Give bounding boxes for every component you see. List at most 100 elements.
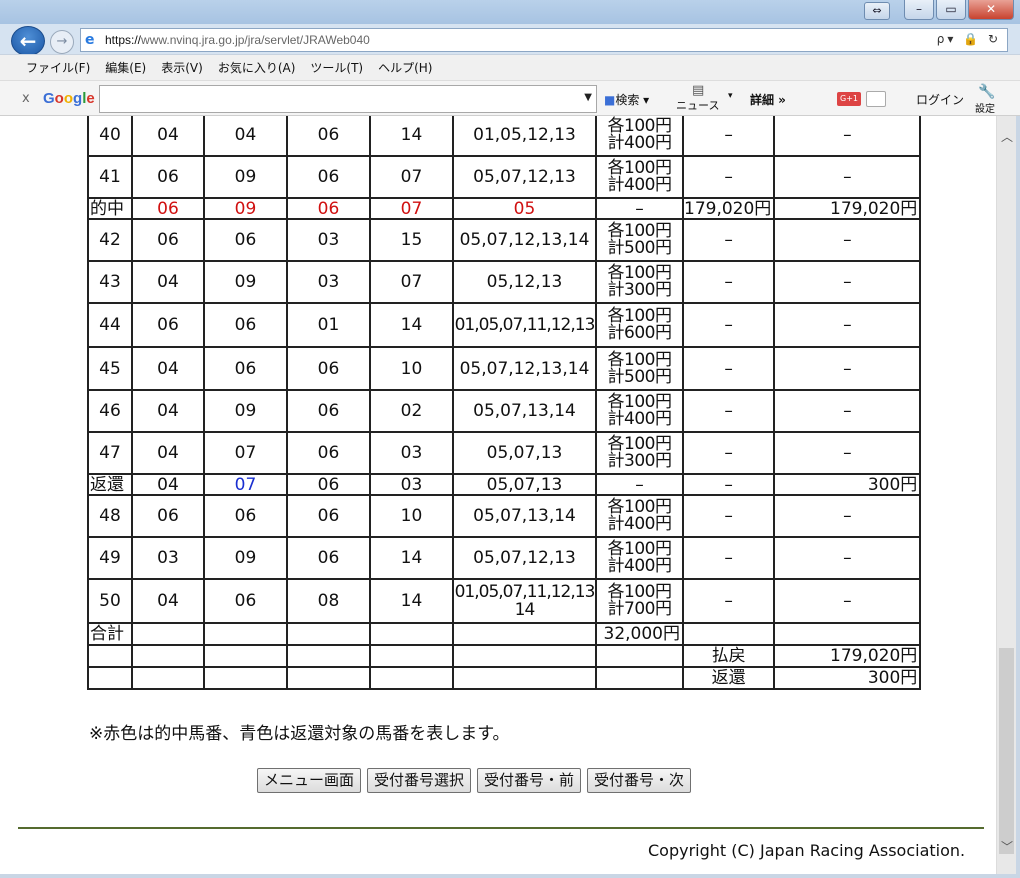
- vertical-scrollbar[interactable]: ︿ ﹀: [996, 116, 1016, 874]
- prev-receipt-button[interactable]: 受付番号・前: [477, 768, 582, 793]
- amount-cell: 各100円 計400円: [595, 494, 684, 538]
- payout-amount: –: [773, 302, 922, 348]
- menu-help[interactable]: ヘルプ(H): [378, 59, 432, 76]
- horse-4: 07: [369, 155, 454, 199]
- menu-edit[interactable]: 編集(E): [105, 59, 146, 76]
- horse-3: 06: [286, 536, 371, 580]
- address-bar[interactable]: e https://www.nvinq.jra.go.jp/jra/servle…: [80, 28, 1008, 52]
- empty-cell: [369, 644, 454, 668]
- payout-amount: –: [773, 494, 922, 538]
- menu-view[interactable]: 表示(V): [161, 59, 203, 76]
- empty-cell: [131, 666, 205, 690]
- select-receipt-button[interactable]: 受付番号選択: [367, 768, 472, 793]
- horse-2: 06: [203, 302, 288, 348]
- window-controls: ⇔ – ▭ ✕: [864, 0, 1014, 20]
- horse-2: 06: [203, 494, 288, 538]
- total-label: 合計: [87, 622, 133, 646]
- google-logo: Google: [43, 90, 95, 107]
- row-id: 46: [87, 389, 133, 433]
- minimize-button[interactable]: –: [904, 0, 934, 20]
- next-receipt-button[interactable]: 受付番号・次: [587, 768, 692, 793]
- scrollbar-thumb[interactable]: [999, 648, 1014, 854]
- horse-2: 09: [203, 389, 288, 433]
- hit-amount: –: [681, 346, 776, 391]
- hit-horse-4: 07: [369, 197, 454, 220]
- horse-4: 02: [369, 389, 454, 433]
- refund-total-row: 返還 300円: [87, 666, 922, 690]
- horse-2: 06: [203, 218, 288, 262]
- row-id: 49: [87, 536, 133, 580]
- horse-2: 06: [203, 578, 288, 624]
- google-search-button[interactable]: ■検索 ▾: [604, 91, 649, 108]
- amount-total: 計400円: [607, 133, 672, 153]
- scroll-up-icon[interactable]: ︿: [997, 128, 1017, 146]
- menu-file[interactable]: ファイル(F): [26, 59, 90, 76]
- payout-total: 179,020円: [773, 644, 922, 668]
- restore-icon[interactable]: ⇔: [864, 2, 890, 20]
- horse-4: 10: [369, 494, 454, 538]
- menu-tools[interactable]: ツール(T): [310, 59, 363, 76]
- address-tools[interactable]: ρ▾ 🔒 ↻: [937, 32, 1001, 46]
- horse-2: 09: [203, 260, 288, 304]
- gplus-button[interactable]: G+1: [837, 92, 861, 106]
- payout-amount: –: [773, 218, 922, 262]
- horse-2: 09: [203, 155, 288, 199]
- hit-amount: –: [681, 431, 776, 475]
- color-legend-note: ※赤色は的中馬番、青色は返還対象の馬番を表します。: [89, 724, 510, 744]
- toolbar-close-icon[interactable]: x: [22, 91, 30, 106]
- wrench-icon[interactable]: 🔧: [978, 84, 995, 100]
- settings-button[interactable]: 設定: [975, 100, 995, 115]
- table-row: 41 06 09 06 07 05,07,12,13 各100円 計400円 – …: [87, 155, 922, 199]
- row-id: 48: [87, 494, 133, 538]
- hit-horse-2: 09: [203, 197, 288, 220]
- horse-3: 06: [286, 431, 371, 475]
- horse-5-line2: 14: [514, 600, 536, 620]
- google-search-input[interactable]: ▼: [99, 85, 597, 113]
- login-button[interactable]: ログイン: [916, 91, 964, 108]
- page-content: 40 04 04 06 14 01,05,12,13 各100円 計400円 – …: [0, 116, 996, 874]
- horse-1: 06: [131, 155, 205, 199]
- payout-amount: –: [773, 116, 922, 157]
- details-button[interactable]: 詳細 »: [750, 91, 786, 108]
- empty-cell: [595, 644, 684, 668]
- news-button[interactable]: ニュース: [676, 97, 719, 113]
- empty-cell: [452, 666, 597, 690]
- horse-3: 06: [286, 389, 371, 433]
- address-url: https://www.nvinq.jra.go.jp/jra/servlet/…: [105, 33, 370, 47]
- table-row: 47 04 07 06 03 05,07,13 各100円 計300円 – –: [87, 431, 922, 475]
- forward-button[interactable]: →: [50, 30, 74, 54]
- empty-cell: [773, 622, 922, 646]
- horse-5: 05,07,12,13,14: [452, 218, 597, 262]
- horse-5: 05,07,12,13: [452, 536, 597, 580]
- empty-cell: [681, 622, 776, 646]
- back-button[interactable]: ←: [11, 26, 45, 56]
- horse-1: 04: [131, 578, 205, 624]
- news-icon: ▤: [692, 83, 705, 98]
- horse-3: 06: [286, 155, 371, 199]
- horse-4: 14: [369, 578, 454, 624]
- horse-1: 06: [131, 218, 205, 262]
- horse-5: 01,05,07,11,12,13: [452, 302, 597, 348]
- amount-cell: 各100円 計700円: [595, 578, 684, 624]
- url-prefix: https://: [105, 33, 142, 47]
- chevron-down-icon[interactable]: ▼: [584, 92, 592, 103]
- horse-5: 05,07,13: [452, 431, 597, 475]
- close-button[interactable]: ✕: [968, 0, 1014, 20]
- amount-cell: 各100円 計400円: [595, 155, 684, 199]
- horse-1: 04: [131, 260, 205, 304]
- hit-amount: 179,020円: [681, 197, 776, 220]
- amount-total: 計600円: [607, 323, 672, 343]
- menu-favorites[interactable]: お気に入り(A): [218, 59, 296, 76]
- news-dropdown-icon[interactable]: ▾: [728, 91, 733, 101]
- navigation-buttons: メニュー画面 受付番号選択 受付番号・前 受付番号・次: [257, 768, 692, 793]
- scroll-down-icon[interactable]: ﹀: [997, 838, 1017, 856]
- menu-screen-button[interactable]: メニュー画面: [257, 768, 362, 793]
- row-id: 47: [87, 431, 133, 475]
- horse-5-line1: 01,05,07,11,12,13: [454, 582, 595, 602]
- amount-total: 計700円: [607, 599, 672, 619]
- maximize-button[interactable]: ▭: [936, 0, 966, 20]
- amount-total: 計400円: [607, 514, 672, 534]
- payout-amount: –: [773, 260, 922, 304]
- amount-total: 計400円: [607, 556, 672, 576]
- hit-amount: –: [681, 389, 776, 433]
